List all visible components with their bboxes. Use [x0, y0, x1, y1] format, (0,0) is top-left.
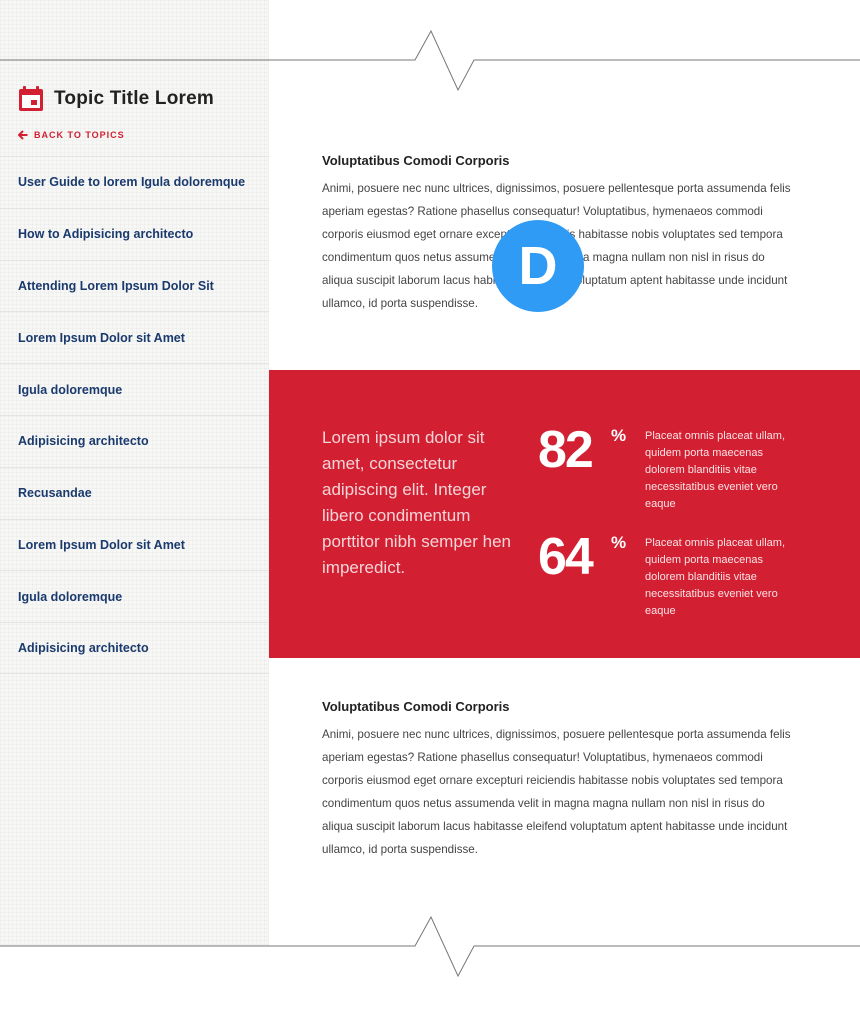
stats-lead-text: Lorem ipsum dolor sit amet, consectetur … [322, 428, 511, 577]
sidebar-item[interactable]: Attending Lorem Ipsum Dolor Sit [0, 259, 269, 312]
stat-unit: % [611, 533, 627, 552]
arrow-left-icon [18, 130, 28, 140]
sidebar-item[interactable]: Adipisicing architecto [0, 414, 269, 467]
sidebar-item[interactable]: User Guide to lorem Igula doloremque [0, 156, 269, 208]
sidebar-item[interactable]: Lorem Ipsum Dolor sit Amet [0, 518, 269, 571]
d-logo-badge[interactable]: D [492, 220, 584, 312]
sidebar-item[interactable]: Lorem Ipsum Dolor sit Amet [0, 311, 269, 363]
badge-letter: D [518, 236, 558, 296]
sidebar-item-label: How to Adipisicing architecto [18, 227, 194, 242]
sidebar-item-label: Adipisicing architecto [18, 434, 149, 449]
back-to-topics-link[interactable]: BACK TO TOPICS [18, 130, 125, 140]
article-title: Voluptatibus Comodi Corporis [322, 699, 510, 714]
stat-value: 64 [538, 528, 594, 586]
sidebar-item[interactable]: How to Adipisicing architecto [0, 207, 269, 260]
sidebar-item[interactable]: Recusandae [0, 466, 269, 519]
stats-band: Lorem ipsum dolor sit amet, consectetur … [269, 370, 860, 658]
sidebar-item[interactable]: Igula doloremque [0, 570, 269, 622]
stat-description: Placeat omnis placeat ullam, quidem port… [645, 537, 786, 617]
article-section-2: Voluptatibus Comodi Corporis Animi, posu… [322, 699, 792, 861]
sidebar-item-label: Igula doloremque [18, 382, 123, 397]
heartbeat-line-top [0, 29, 860, 92]
sidebar-item[interactable]: Adipisicing architecto [0, 622, 269, 674]
stat-unit: % [611, 426, 627, 445]
article-title: Voluptatibus Comodi Corporis [322, 153, 510, 168]
back-link-label: BACK TO TOPICS [34, 130, 125, 140]
stat-description: Placeat omnis placeat ullam, quidem port… [645, 430, 786, 510]
sidebar-item-label: Adipisicing architecto [18, 641, 149, 656]
article-body: Animi, posuere nec nunc ultrices, dignis… [322, 728, 791, 856]
heartbeat-line-bottom [0, 915, 860, 978]
sidebar-item-label: User Guide to lorem Igula doloremque [18, 175, 246, 190]
stat-value: 82 [538, 421, 594, 479]
sidebar-item-label: Lorem Ipsum Dolor sit Amet [18, 537, 185, 552]
sidebar-item[interactable]: Igula doloremque [0, 363, 269, 415]
sidebar-item-label: Igula doloremque [18, 589, 123, 604]
topic-nav-list: User Guide to lorem Igula doloremque How… [0, 156, 269, 674]
sidebar: Topic Title Lorem BACK TO TOPICS User Gu… [0, 0, 269, 946]
sidebar-item-label: Recusandae [18, 486, 92, 501]
sidebar-item-label: Lorem Ipsum Dolor sit Amet [18, 330, 185, 345]
sidebar-item-label: Attending Lorem Ipsum Dolor Sit [18, 278, 214, 293]
